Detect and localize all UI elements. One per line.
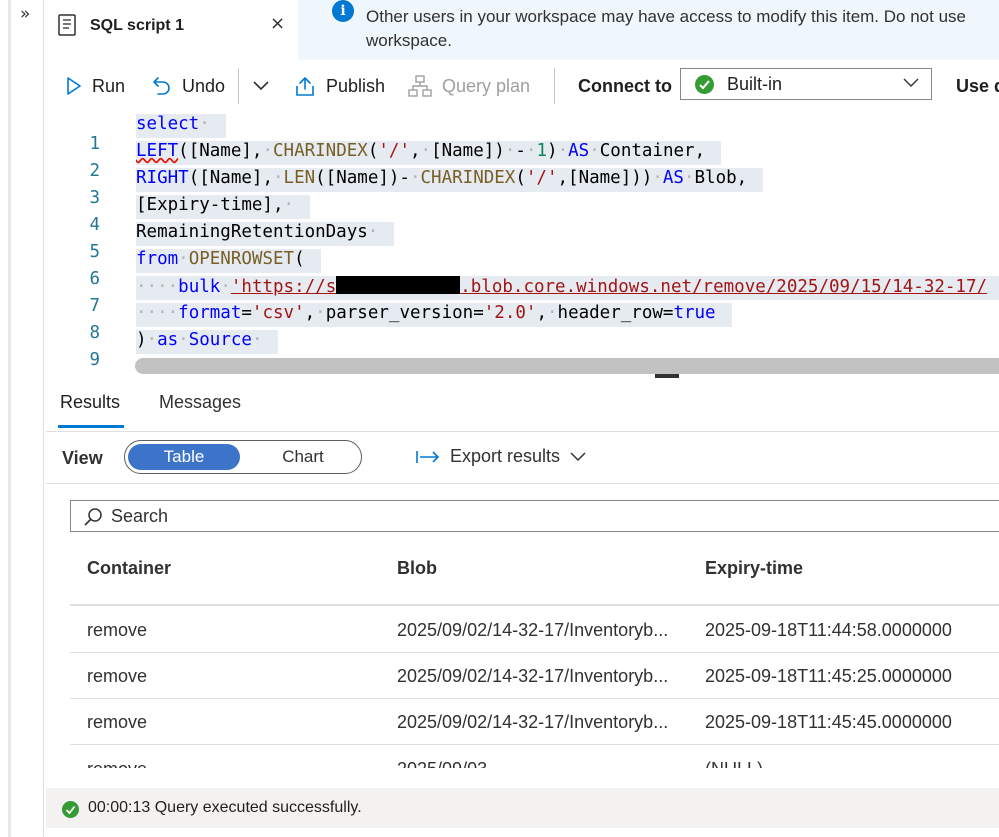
tab-sql-script-1[interactable]: SQL script 1 × (46, 0, 298, 58)
code-text: LEFT([Name],·CHARINDEX('/',·[Name])·-·1)… (136, 141, 722, 165)
active-tab-indicator (58, 425, 124, 428)
rail-divider (8, 0, 11, 837)
code-line: 3 RIGHT([Name],·LEN([Name])-·CHARINDEX('… (46, 168, 999, 208)
results-tabs: Results Messages (46, 378, 999, 432)
editor-horizontal-scrollbar[interactable] (135, 358, 999, 374)
code-line: 5 RemainingRetentionDays· (46, 222, 999, 262)
run-label: Run (92, 75, 126, 96)
code-text: ····bulk·'https://s .blob.core.windows.ne… (136, 276, 999, 300)
search-icon (84, 508, 102, 526)
close-tab-icon[interactable]: × (270, 13, 285, 34)
code-text: RemainingRetentionDays· (136, 222, 395, 246)
toolbar-divider (238, 68, 239, 104)
code-line: 8 ····format='csv',·parser_version='2.0'… (46, 303, 999, 343)
sql-editor[interactable]: 1 select· 2 LEFT([Name],·CHARINDEX('/',·… (46, 110, 999, 376)
query-plan-icon (408, 75, 432, 97)
undo-dropdown[interactable] (252, 74, 280, 98)
connection-value: Built-in (727, 74, 783, 94)
table-row[interactable]: remove 2025/09/03 (NULL) (70, 746, 999, 768)
view-toolbar: View Table Chart Export results (46, 432, 999, 484)
tab-title: SQL script 1 (90, 17, 184, 34)
use-database-label: Use d (956, 76, 999, 96)
code-line: 1 select· (46, 114, 999, 154)
header-divider (70, 604, 999, 606)
redacted-block (336, 276, 461, 294)
tab-results[interactable]: Results (60, 392, 120, 413)
code-line: 2 LEFT([Name],·CHARINDEX('/',·[Name])·-·… (46, 141, 999, 181)
undo-icon (153, 77, 170, 95)
status-bar: 00:00:13 Query executed successfully. (46, 788, 999, 828)
left-rail: » (0, 0, 44, 837)
table-row[interactable]: remove 2025/09/02/14-32-17/Inventoryb...… (70, 607, 999, 653)
cell-expiry-time: 2025-09-18T11:45:25.0000000 (705, 666, 952, 686)
query-plan-button[interactable]: Query plan (408, 74, 530, 98)
connect-to-label: Connect to (578, 76, 672, 96)
info-icon: i (332, 0, 354, 22)
export-results-label: Export results (450, 446, 561, 466)
view-table-option[interactable]: Table (128, 444, 240, 470)
search-input[interactable] (111, 505, 711, 527)
code-text: RIGHT([Name],·LEN([Name])-·CHARINDEX('/'… (136, 168, 764, 192)
publish-icon (296, 77, 314, 96)
banner-text-line1: Other users in your workspace may have a… (366, 7, 966, 26)
cell-blob: 2025/09/03 (397, 759, 487, 768)
cell-expiry-time: (NULL) (705, 759, 763, 768)
expand-rail-icon[interactable]: » (20, 4, 30, 24)
code-text: select· (136, 114, 226, 138)
code-text: )·as·Source· (136, 330, 279, 354)
undo-label: Undo (182, 75, 226, 96)
checkmark-circle-icon (695, 75, 714, 94)
toolbar: Run Undo Publish Query plan Connect to B… (46, 62, 999, 108)
success-icon (62, 801, 79, 818)
tab-messages[interactable]: Messages (159, 392, 241, 413)
cell-container: remove (87, 620, 148, 640)
cell-expiry-time: 2025-09-18T11:44:58.0000000 (705, 620, 952, 640)
code-line: 9 )·as·Source· (46, 330, 999, 370)
status-text: 00:00:13 Query executed successfully. (88, 799, 362, 816)
view-chart-option[interactable]: Chart (247, 444, 359, 470)
code-line: 4 [Expiry-time],· (46, 195, 999, 235)
column-header-blob[interactable]: Blob (397, 558, 437, 579)
publish-label: Publish (326, 75, 386, 96)
toolbar-divider (554, 68, 555, 104)
query-plan-label: Query plan (442, 75, 531, 96)
cell-blob: 2025/09/02/14-32-17/Inventoryb... (397, 712, 669, 732)
cell-container: remove (87, 759, 147, 768)
chevron-down-icon (570, 451, 586, 461)
undo-button[interactable]: Undo (152, 74, 225, 98)
code-text: ····format='csv',·parser_version='2.0',·… (136, 303, 732, 327)
banner-text-line2: workspace. (366, 31, 452, 50)
play-icon (67, 77, 81, 95)
cell-blob: 2025/09/02/14-32-17/Inventoryb... (397, 666, 669, 686)
code-line: 6 from·OPENROWSET( (46, 249, 999, 289)
code-line: 7 ····bulk·'https://s .blob.core.windows.… (46, 276, 999, 316)
column-header-container[interactable]: Container (87, 558, 171, 579)
export-arrow-icon (416, 450, 440, 463)
code-text: from·OPENROWSET( (136, 249, 321, 273)
info-banner: i Other users in your workspace may have… (298, 0, 999, 60)
run-button[interactable]: Run (66, 74, 125, 98)
sql-script-icon (58, 14, 76, 36)
search-box[interactable] (70, 500, 999, 532)
cell-blob: 2025/09/02/14-32-17/Inventoryb... (397, 620, 669, 640)
table-row[interactable]: remove 2025/09/02/14-32-17/Inventoryb...… (70, 699, 999, 745)
publish-button[interactable]: Publish (294, 74, 385, 98)
cell-container: remove (87, 666, 148, 686)
url-end: .blob.core.windows.net/remove/2025/09/15… (460, 277, 988, 297)
view-label: View (62, 448, 103, 468)
chevron-down-icon (253, 81, 269, 91)
banner-message: Other users in your workspace may have a… (366, 5, 999, 53)
connection-select[interactable]: Built-in (680, 68, 932, 100)
cell-expiry-time: 2025-09-18T11:45:45.0000000 (705, 712, 952, 732)
chevron-down-icon (903, 78, 919, 87)
code-text: [Expiry-time],· (136, 195, 311, 219)
table-row[interactable]: remove 2025/09/02/14-32-17/Inventoryb...… (70, 653, 999, 699)
view-toggle: Table Chart (124, 440, 362, 474)
export-results-button[interactable]: Export results (416, 446, 596, 467)
cell-container: remove (87, 712, 148, 732)
column-header-expiry-time[interactable]: Expiry-time (705, 558, 803, 579)
results-grid: Container Blob Expiry-time remove 2025/0… (46, 484, 999, 788)
url-start: https://s (241, 277, 337, 297)
